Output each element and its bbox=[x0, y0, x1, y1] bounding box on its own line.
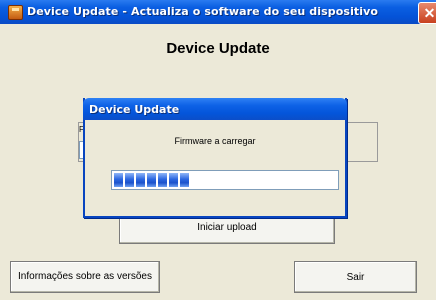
progress-block bbox=[169, 173, 178, 187]
dialog-title: Device Update bbox=[89, 103, 180, 116]
page-title: Device Update bbox=[166, 40, 270, 57]
status-message: Firmware a carregar bbox=[174, 136, 256, 146]
upload-progress-bar bbox=[111, 170, 339, 190]
app-icon bbox=[8, 5, 23, 20]
dialog-title-bar[interactable]: Device Update bbox=[83, 98, 347, 120]
window-title-bar[interactable]: Device Update - Actualiza o software do … bbox=[0, 0, 436, 24]
progress-track bbox=[114, 173, 336, 187]
progress-block bbox=[136, 173, 145, 187]
progress-dialog: Device Update Firmware a carregar bbox=[83, 98, 347, 218]
progress-block bbox=[114, 173, 123, 187]
version-info-button[interactable]: Informações sobre as versões bbox=[10, 261, 160, 293]
progress-block bbox=[125, 173, 134, 187]
progress-block bbox=[158, 173, 167, 187]
close-button[interactable]: ✕ bbox=[418, 2, 436, 24]
exit-button[interactable]: Sair bbox=[294, 261, 417, 293]
window-title: Device Update - Actualiza o software do … bbox=[27, 5, 379, 18]
progress-block bbox=[180, 173, 189, 187]
progress-block bbox=[147, 173, 156, 187]
